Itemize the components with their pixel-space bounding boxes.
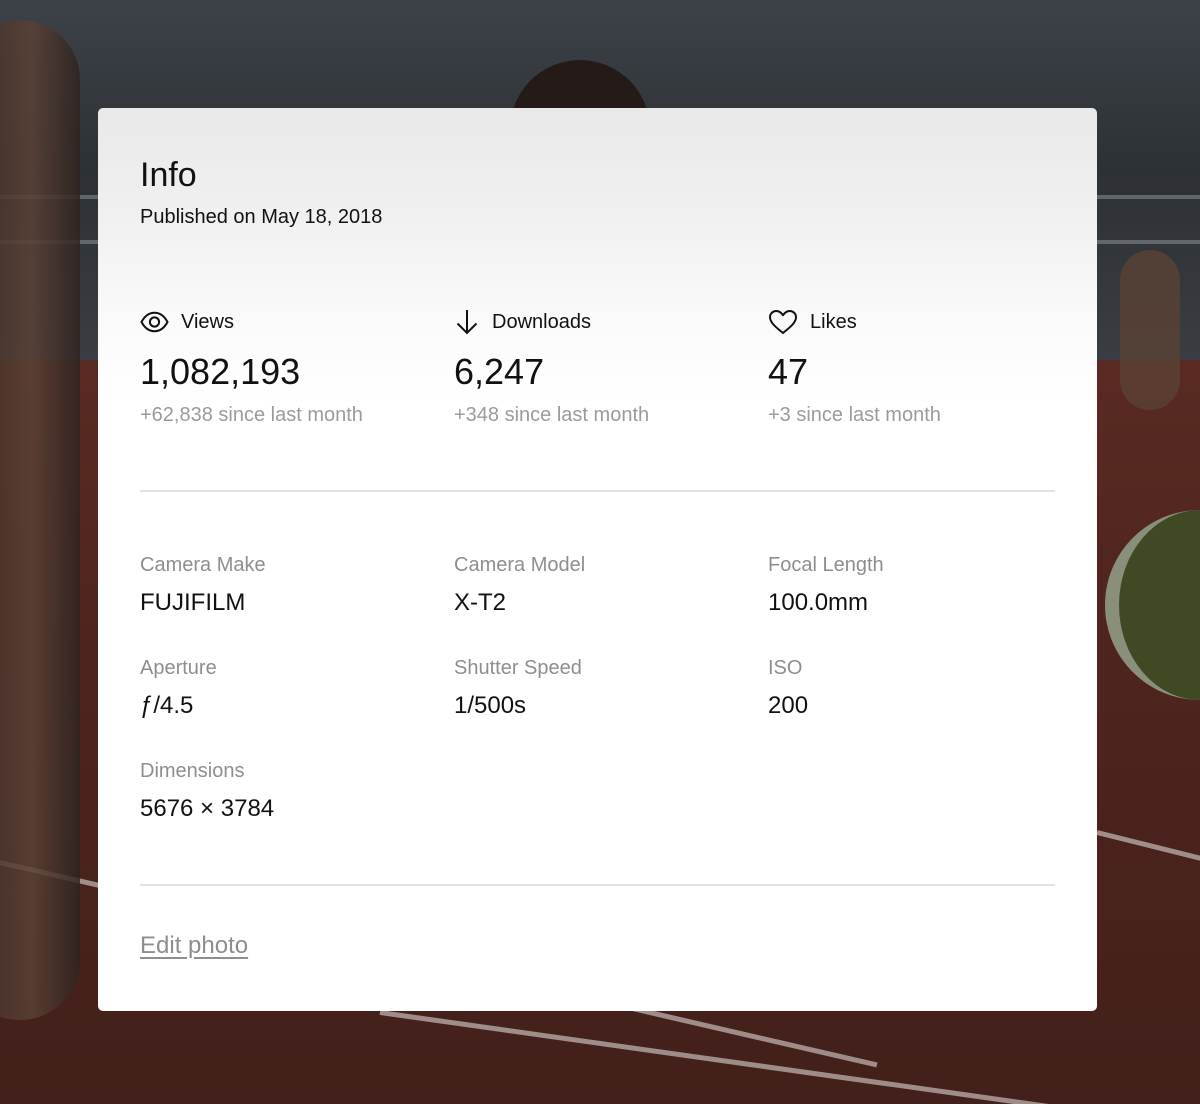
exif-focal-length: Focal Length 100.0mm [768,552,1068,618]
modal-title: Info [140,156,197,194]
exif-iso: ISO 200 [768,655,1068,721]
exif-dimensions: Dimensions 5676 × 3784 [140,758,440,824]
exif-value: 100.0mm [768,589,869,616]
stat-header: Likes [768,306,1068,338]
exif-label: Camera Model [454,554,586,576]
exif-value: 200 [768,692,809,719]
exif-value: ƒ/4.5 [140,692,194,719]
section-divider [140,884,1055,886]
edit-photo-link[interactable]: Edit photo [140,932,248,960]
stat-downloads: Downloads 6,247 +348 since last month [454,306,754,427]
stat-header: Views [140,306,440,338]
stat-delta: +3 since last month [768,404,941,426]
exif-label: Shutter Speed [454,657,582,679]
stat-delta: +348 since last month [454,404,650,426]
stat-value: 47 [768,351,809,392]
stat-label: Likes [810,310,857,333]
exif-value: 1/500s [454,692,527,719]
exif-aperture: Aperture ƒ/4.5 [140,655,440,721]
heart-icon [769,310,797,334]
arrow-down-icon [456,310,478,335]
exif-value: FUJIFILM [140,589,246,616]
exif-label: Focal Length [768,554,884,576]
stat-value: 6,247 [454,351,545,392]
stat-delta: +62,838 since last month [140,404,363,426]
stat-views: Views 1,082,193 +62,838 since last month [140,306,440,427]
stat-likes: Likes 47 +3 since last month [768,306,1068,427]
section-divider [140,490,1055,492]
exif-label: Camera Make [140,554,266,576]
stat-label: Downloads [492,310,591,333]
background-runner [0,20,80,1020]
stat-value: 1,082,193 [140,351,301,392]
exif-shutter-speed: Shutter Speed 1/500s [454,655,754,721]
stat-label: Views [181,310,234,333]
published-date: Published on May 18, 2018 [140,206,383,228]
info-modal: Info Published on May 18, 2018 Views 1,0… [98,108,1097,1011]
exif-camera-make: Camera Make FUJIFILM [140,552,440,618]
stats-row: Views 1,082,193 +62,838 since last month… [140,306,1055,446]
exif-label: Aperture [140,657,217,679]
background-runner [1120,250,1180,410]
stat-header: Downloads [454,306,754,338]
exif-label: Dimensions [140,760,245,782]
exif-value: X-T2 [454,589,507,616]
exif-camera-model: Camera Model X-T2 [454,552,754,618]
eye-icon [140,311,169,333]
exif-label: ISO [768,657,803,679]
exif-value: 5676 × 3784 [140,795,275,822]
exif-details: Camera Make FUJIFILM Camera Model X-T2 F… [140,552,1055,852]
